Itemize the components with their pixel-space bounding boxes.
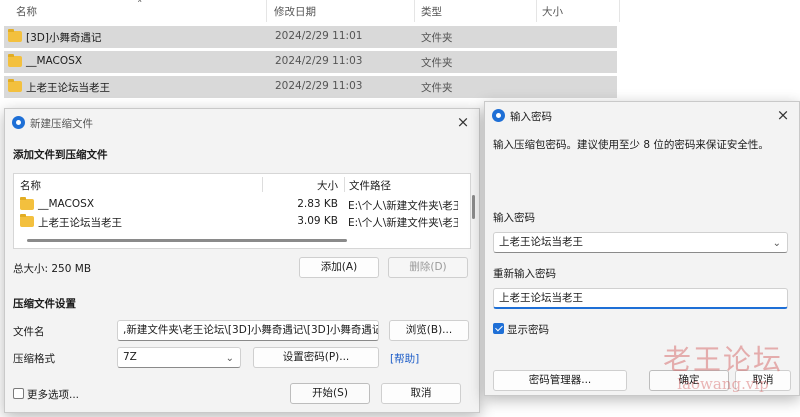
- row-type: 文件夹: [421, 57, 453, 69]
- file-name: __MACOSX: [38, 198, 95, 210]
- vertical-scrollbar[interactable]: [472, 195, 475, 219]
- explorer-row[interactable]: __MACOSX 2024/2/29 11:03 文件夹: [4, 51, 617, 73]
- chevron-down-icon[interactable]: ⌄: [773, 234, 781, 252]
- password-manager-button[interactable]: 密码管理器...: [493, 370, 627, 391]
- app-logo-icon: [492, 109, 505, 122]
- password-description: 输入压缩包密码。建议使用至少 8 位的密码来保证安全性。: [493, 139, 769, 151]
- password-value: 上老王论坛当老王: [499, 236, 583, 248]
- folder-icon: [20, 214, 34, 227]
- add-button[interactable]: 添加(A): [299, 257, 379, 278]
- dialog-titlebar[interactable]: 新建压缩文件 ×: [5, 109, 479, 137]
- format-select[interactable]: 7Z ⌄: [117, 347, 241, 368]
- file-size: 3.09 KB: [297, 215, 338, 227]
- folder-icon: [20, 197, 34, 210]
- file-list-header: 名称 大小 文件路径: [14, 174, 470, 194]
- show-password-checkbox[interactable]: [493, 323, 504, 334]
- row-name: 上老王论坛当老王: [26, 82, 110, 94]
- format-label: 压缩格式: [13, 353, 55, 365]
- column-type[interactable]: 类型: [421, 4, 442, 19]
- row-date: 2024/2/29 11:01: [275, 30, 363, 42]
- cancel-button[interactable]: 取消: [381, 383, 461, 404]
- set-password-button[interactable]: 设置密码(P)...: [253, 347, 379, 368]
- explorer-row[interactable]: 上老王论坛当老王 2024/2/29 11:03 文件夹: [4, 76, 617, 98]
- more-options-checkbox[interactable]: [13, 388, 24, 399]
- column-path[interactable]: 文件路径: [349, 178, 391, 193]
- explorer-row[interactable]: [3D]小舞奇遇记 2024/2/29 11:01 文件夹: [4, 26, 617, 48]
- row-type: 文件夹: [421, 32, 453, 44]
- row-name: __MACOSX: [26, 55, 83, 67]
- delete-button[interactable]: 删除(D): [388, 257, 468, 278]
- section-settings: 压缩文件设置: [13, 298, 76, 310]
- close-icon[interactable]: ×: [773, 106, 793, 126]
- explorer-column-header: 名称 ˄ 修改日期 类型 大小: [0, 0, 620, 22]
- column-size[interactable]: 大小: [314, 178, 338, 193]
- filename-label: 文件名: [13, 326, 45, 338]
- horizontal-scrollbar[interactable]: [27, 239, 347, 242]
- dialog-title: 输入密码: [510, 111, 552, 123]
- list-item[interactable]: __MACOSX 2.83 KB E:\个人\新建文件夹\老王论: [14, 196, 460, 213]
- file-path: E:\个人\新建文件夹\老王论: [348, 217, 458, 229]
- list-item[interactable]: 上老王论坛当老王 3.09 KB E:\个人\新建文件夹\老王论: [14, 213, 460, 230]
- file-name: 上老王论坛当老王: [38, 217, 122, 229]
- cancel-button[interactable]: 取消: [735, 370, 791, 391]
- filename-input[interactable]: ,新建文件夹\老王论坛\[3D]小舞奇遇记\[3D]小舞奇遇记.7z: [117, 320, 379, 341]
- ok-button[interactable]: 确定: [649, 370, 729, 391]
- column-date[interactable]: 修改日期: [274, 4, 316, 19]
- show-password-label[interactable]: 显示密码: [507, 322, 549, 337]
- column-name[interactable]: 名称: [20, 178, 41, 193]
- format-value: 7Z: [123, 351, 137, 363]
- file-list[interactable]: 名称 大小 文件路径 __MACOSX 2.83 KB E:\个人\新建文件夹\…: [13, 173, 471, 249]
- file-size: 2.83 KB: [297, 198, 338, 210]
- confirm-password-label: 重新输入密码: [493, 268, 556, 280]
- password-label: 输入密码: [493, 212, 535, 224]
- folder-icon: [8, 29, 22, 42]
- confirm-password-input[interactable]: 上老王论坛当老王: [493, 288, 788, 309]
- chevron-down-icon: ⌄: [225, 353, 234, 364]
- sort-chevron-icon[interactable]: ˄: [137, 0, 143, 11]
- close-icon[interactable]: ×: [453, 113, 473, 133]
- row-name: [3D]小舞奇遇记: [26, 32, 102, 44]
- section-add-files: 添加文件到压缩文件: [13, 149, 108, 161]
- browse-button[interactable]: 浏览(B)...: [389, 320, 469, 341]
- dialog-titlebar[interactable]: 输入密码 ×: [485, 102, 799, 130]
- password-input[interactable]: 上老王论坛当老王 ⌄: [493, 232, 788, 253]
- total-size: 总大小: 250 MB: [13, 263, 92, 275]
- help-link[interactable]: [帮助]: [390, 351, 419, 366]
- column-name[interactable]: 名称: [16, 4, 37, 19]
- compress-dialog: 新建压缩文件 × 添加文件到压缩文件 名称 大小 文件路径 __MACOSX 2…: [4, 108, 480, 413]
- folder-icon: [8, 54, 22, 67]
- app-logo-icon: [12, 116, 25, 129]
- row-type: 文件夹: [421, 82, 453, 94]
- more-options-label[interactable]: 更多选项...: [27, 387, 79, 402]
- file-explorer: 名称 ˄ 修改日期 类型 大小 [3D]小舞奇遇记 2024/2/29 11:0…: [0, 0, 800, 110]
- start-button[interactable]: 开始(S): [290, 383, 370, 404]
- column-size[interactable]: 大小: [542, 4, 563, 19]
- file-path: E:\个人\新建文件夹\老王论: [348, 200, 458, 212]
- row-date: 2024/2/29 11:03: [275, 55, 363, 67]
- dialog-title: 新建压缩文件: [30, 118, 93, 130]
- password-dialog: 输入密码 × 输入压缩包密码。建议使用至少 8 位的密码来保证安全性。 输入密码…: [484, 101, 800, 396]
- folder-icon: [8, 79, 22, 92]
- row-date: 2024/2/29 11:03: [275, 80, 363, 92]
